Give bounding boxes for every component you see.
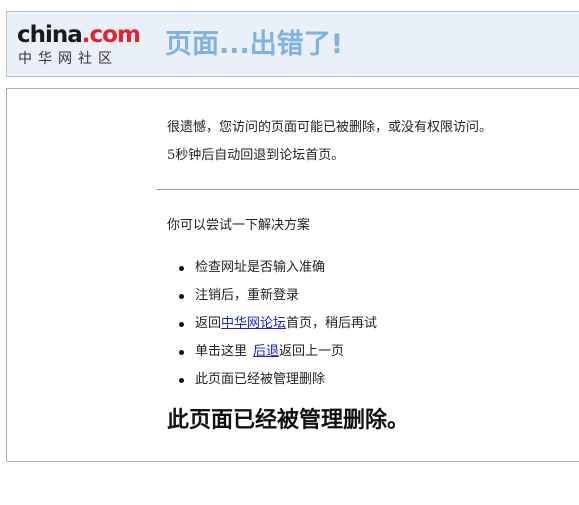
bullet-icon (179, 378, 184, 383)
list-item: 单击这里 后退返回上一页 (167, 343, 377, 371)
forum-home-link[interactable]: 中华网论坛 (221, 316, 286, 331)
solution-relogin: 注销后，重新登录 (195, 288, 300, 303)
error-message: 很遗憾，您访问的页面可能已被删除，或没有权限访问。 (167, 120, 493, 135)
logo-wordmark: china.com (17, 22, 141, 48)
china-com-logo[interactable]: china.com 中华网社区 (17, 22, 141, 70)
logo-subtitle: 中华网社区 (18, 51, 118, 67)
solution-check-url: 检查网址是否输入准确 (195, 260, 326, 275)
bullet-icon (179, 322, 184, 327)
list-item: 检查网址是否输入准确 (167, 259, 377, 287)
solutions-heading: 你可以尝试一下解决方案 (167, 218, 311, 233)
solutions-list: 检查网址是否输入准确 注销后，重新登录 返回中华网论坛首页，稍后再试 单击这里后… (167, 259, 377, 399)
deleted-notice-heading: 此页面已经被管理删除。 (167, 407, 410, 433)
solution-deleted: 此页面已经被管理删除 (195, 372, 326, 387)
solution-back-suffix: 返回上一页 (279, 344, 345, 359)
bullet-icon (179, 350, 184, 355)
solution-return-prefix: 返回 (195, 316, 222, 331)
error-content-box: 很遗憾，您访问的页面可能已被删除，或没有权限访问。 5秒钟后自动回退到论坛首页。… (6, 88, 579, 462)
logo-china-text: china (17, 22, 83, 48)
redirect-notice: 5秒钟后自动回退到论坛首页。 (167, 148, 345, 163)
list-item: 返回中华网论坛首页，稍后再试 (167, 315, 377, 343)
bullet-icon (179, 294, 184, 299)
list-item: 注销后，重新登录 (167, 287, 377, 315)
solution-return-suffix: 首页，稍后再试 (286, 316, 378, 331)
bullet-icon (179, 266, 184, 271)
solution-back-prefix: 单击这里 (195, 344, 248, 359)
logo-com-text: .com (81, 22, 141, 48)
error-title: 页面...出错了! (165, 29, 344, 60)
list-item: 此页面已经被管理删除 (167, 371, 377, 399)
page-header: china.com 中华网社区 页面...出错了! (6, 11, 579, 77)
divider (157, 189, 579, 190)
back-link[interactable]: 后退 (253, 344, 279, 359)
